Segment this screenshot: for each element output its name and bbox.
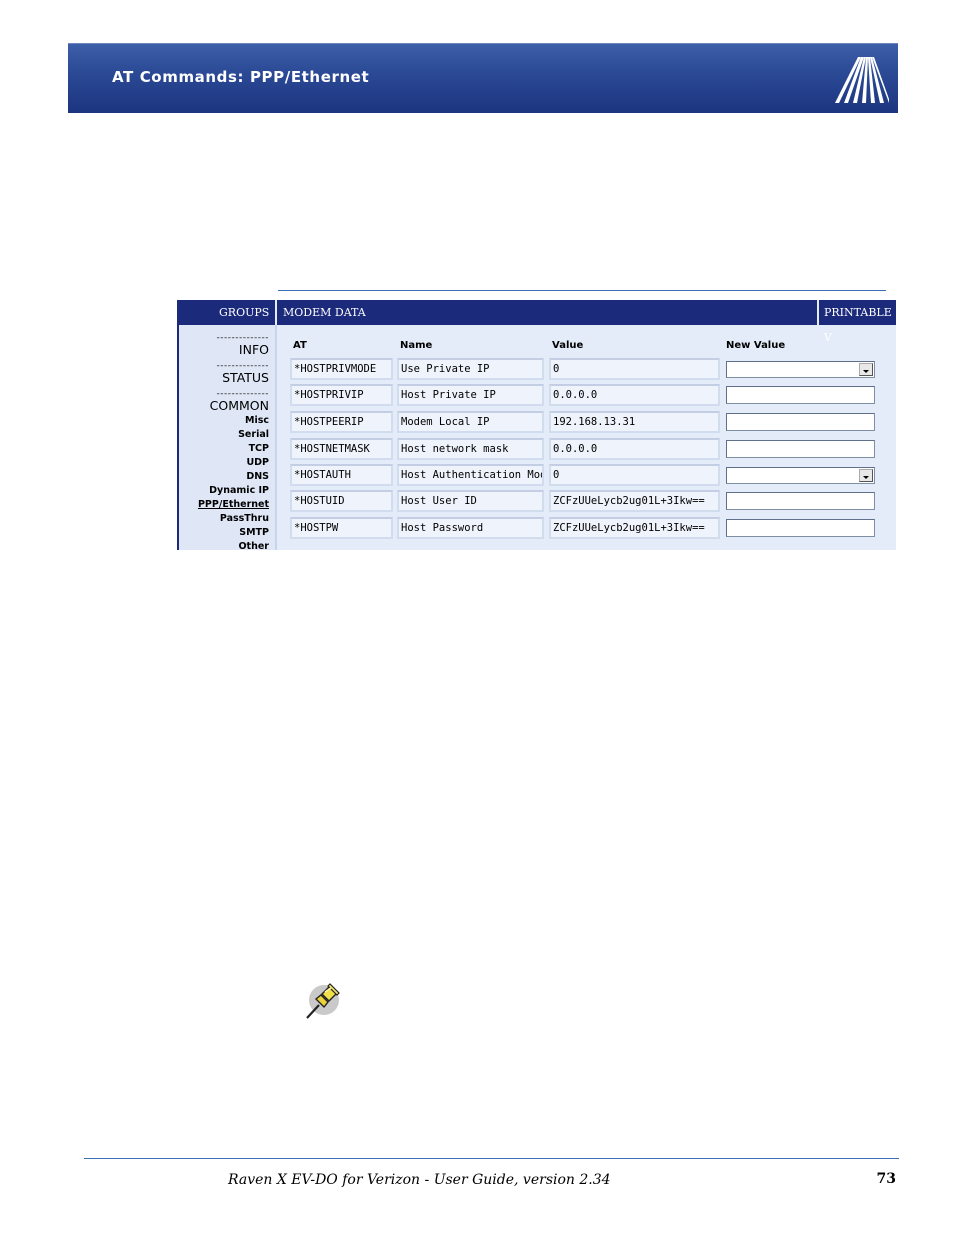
row-name-cell: Host Private IP xyxy=(397,384,544,406)
sidebar-item-other[interactable]: Other xyxy=(238,540,269,550)
row-at-cell: *HOSTPRIVMODE xyxy=(290,358,393,380)
sidebar-item-misc[interactable]: Misc xyxy=(245,414,269,428)
sidebar-item-common[interactable]: COMMON xyxy=(210,399,269,413)
column-header-new-value: New Value xyxy=(726,340,786,351)
new-value-input[interactable] xyxy=(726,386,875,404)
airlink-logo-icon xyxy=(835,57,889,103)
sidebar-group-info[interactable]: -------------- INFO xyxy=(217,333,269,357)
column-header-name: Name xyxy=(400,340,433,351)
row-name-cell: Use Private IP xyxy=(397,358,544,380)
header-separator xyxy=(275,300,277,325)
new-value-select[interactable] xyxy=(726,467,875,484)
row-at-cell: *HOSTPRIVIP xyxy=(290,384,393,406)
new-value-input[interactable] xyxy=(726,440,875,458)
new-value-input[interactable] xyxy=(726,492,875,510)
tab-printable-view[interactable]: PRINTABLE V xyxy=(824,300,896,344)
row-value-cell: ZCFzUUeLycb2ug01L+3Ikw== xyxy=(549,490,720,512)
sidebar-item-status[interactable]: STATUS xyxy=(217,371,269,385)
section-rule xyxy=(278,290,886,291)
row-at-cell: *HOSTNETMASK xyxy=(290,438,393,460)
chevron-down-icon[interactable] xyxy=(859,363,873,376)
sidebar-item-dns[interactable]: DNS xyxy=(246,470,269,484)
sidebar-item-serial[interactable]: Serial xyxy=(238,428,269,442)
tab-modem-data[interactable]: MODEM DATA xyxy=(283,300,366,325)
row-name-cell: Host User ID xyxy=(397,490,544,512)
column-header-at: AT xyxy=(293,340,307,351)
row-at-cell: *HOSTAUTH xyxy=(290,464,393,486)
sidebar-group-common[interactable]: -------------- COMMON xyxy=(210,389,269,413)
header-separator xyxy=(817,300,819,325)
row-value-cell: 0.0.0.0 xyxy=(549,438,720,460)
row-at-cell: *HOSTPW xyxy=(290,517,393,539)
row-at-cell: *HOSTPEERIP xyxy=(290,411,393,433)
row-name-cell: Modem Local IP xyxy=(397,411,544,433)
new-value-select[interactable] xyxy=(726,361,875,378)
row-at-cell: *HOSTUID xyxy=(290,490,393,512)
app-header-bar: GROUPS MODEM DATA PRINTABLE V xyxy=(177,300,896,344)
row-value-cell: 192.168.13.31 xyxy=(549,411,720,433)
row-name-cell: Host network mask xyxy=(397,438,544,460)
header-title: AT Commands: PPP/Ethernet xyxy=(112,68,370,86)
pushpin-icon xyxy=(306,983,340,1019)
header-banner: AT Commands: PPP/Ethernet xyxy=(68,43,898,113)
row-value-cell: ZCFzUUeLycb2ug01L+3Ikw== xyxy=(549,517,720,539)
page-number: 73 xyxy=(876,1171,896,1187)
sidebar-item-smtp[interactable]: SMTP xyxy=(239,526,269,540)
new-value-input[interactable] xyxy=(726,413,875,431)
row-value-cell: 0 xyxy=(549,464,720,486)
row-value-cell: 0 xyxy=(549,358,720,380)
sidebar-item-info[interactable]: INFO xyxy=(217,343,269,357)
row-name-cell: Host Password xyxy=(397,517,544,539)
new-value-input[interactable] xyxy=(726,519,875,537)
tab-groups[interactable]: GROUPS xyxy=(219,300,269,325)
groups-sidebar: -------------- INFO -------------- STATU… xyxy=(179,325,275,550)
sidebar-item-passthru[interactable]: PassThru xyxy=(220,512,269,526)
sidebar-item-dynamic-ip[interactable]: Dynamic IP xyxy=(209,484,269,498)
chevron-down-icon[interactable] xyxy=(859,469,873,482)
sidebar-item-tcp[interactable]: TCP xyxy=(249,442,269,456)
footer-title: Raven X EV-DO for Verizon - User Guide, … xyxy=(228,1172,611,1188)
footer-rule xyxy=(84,1158,899,1159)
modem-config-screenshot: GROUPS MODEM DATA PRINTABLE V ----------… xyxy=(177,300,896,550)
sidebar-divider xyxy=(275,325,277,550)
row-value-cell: 0.0.0.0 xyxy=(549,384,720,406)
row-name-cell: Host Authentication Mode xyxy=(397,464,544,486)
sidebar-group-status[interactable]: -------------- STATUS xyxy=(217,361,269,385)
sidebar-item-ppp-ethernet[interactable]: PPP/Ethernet xyxy=(198,498,269,512)
sidebar-item-udp[interactable]: UDP xyxy=(246,456,269,470)
column-header-value: Value xyxy=(552,340,584,351)
